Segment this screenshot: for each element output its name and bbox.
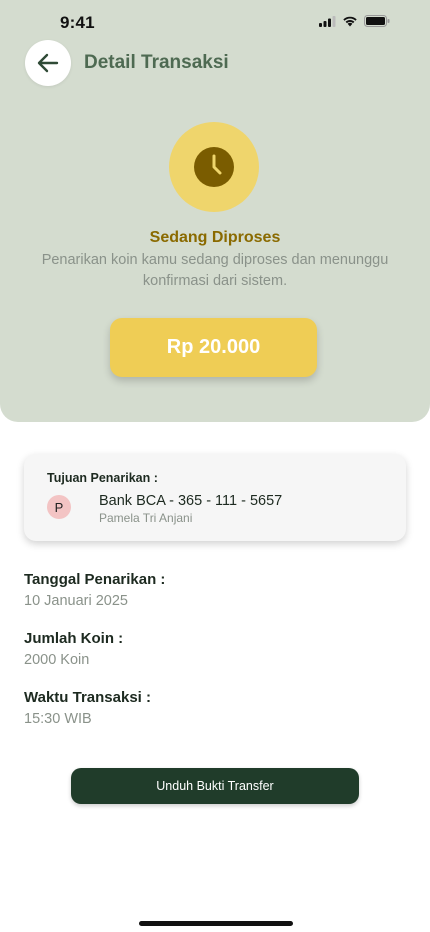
status-icons	[319, 15, 390, 27]
date-value: 10 Januari 2025	[24, 593, 128, 609]
back-button[interactable]	[25, 40, 71, 86]
destination-card: Tujuan Penarikan : P Bank BCA - 365 - 11…	[24, 454, 406, 541]
signal-icon	[319, 15, 336, 27]
time-label: Waktu Transaksi :	[24, 689, 151, 706]
destination-name: Pamela Tri Anjani	[99, 511, 193, 525]
status-bar: 9:41	[0, 0, 430, 44]
amount-button[interactable]: Rp 20.000	[110, 318, 317, 377]
wifi-icon	[343, 16, 357, 27]
destination-bank: Bank BCA - 365 - 111 - 5657	[99, 493, 283, 509]
date-label: Tanggal Penarikan :	[24, 571, 166, 588]
coin-amount-label: Jumlah Koin :	[24, 630, 124, 647]
avatar: P	[47, 495, 71, 519]
status-description: Penarikan koin kamu sedang diproses dan …	[41, 252, 389, 289]
coin-amount-value: 2000 Koin	[24, 652, 90, 668]
status-time: 9:41	[60, 13, 95, 32]
clock-icon	[194, 147, 234, 187]
home-indicator	[139, 921, 293, 926]
battery-icon	[364, 15, 390, 27]
arrow-left-icon	[37, 53, 59, 73]
page-title: Detail Transaksi	[84, 52, 229, 73]
status-icon-circle	[169, 122, 259, 212]
download-receipt-button[interactable]: Unduh Bukti Transfer	[71, 768, 359, 804]
status-title: Sedang Diproses	[149, 229, 281, 246]
destination-label: Tujuan Penarikan :	[47, 471, 158, 485]
time-value: 15:30 WIB	[24, 711, 92, 727]
